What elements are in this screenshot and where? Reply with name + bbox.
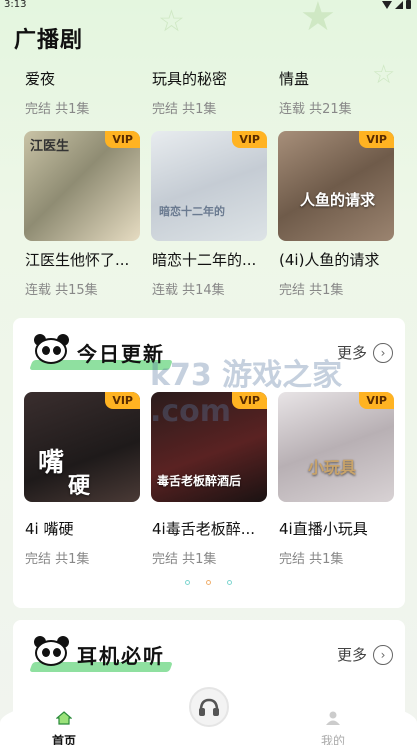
item-sub: 完结 共1集	[152, 552, 217, 567]
cover-caption: 毒舌老板醉酒后	[157, 474, 242, 488]
list-item[interactable]: 暗恋十二年的... 连载 共14集	[152, 249, 270, 298]
item-title: 4i毒舌老板醉...	[152, 520, 256, 538]
item-sub: 完结 共1集	[152, 102, 217, 117]
item-sub: 完结 共1集	[25, 552, 90, 567]
item-title: 玩具的秘密	[152, 70, 228, 88]
section-header: 耳机必听	[29, 634, 231, 674]
watermark: k73 游戏之家 .com	[150, 358, 343, 429]
item-title: (4i)人鱼的请求	[279, 251, 380, 269]
cover-image[interactable]: VIP 人鱼的请求	[278, 131, 394, 241]
tab-home-label: 首页	[51, 734, 76, 745]
item-title: 4i 嘴硬	[25, 520, 74, 538]
cover-caption: 江医生	[30, 139, 70, 154]
home-icon	[55, 711, 73, 725]
vip-badge: VIP	[232, 131, 267, 148]
cover-caption: 人鱼的请求	[300, 191, 376, 209]
list-item[interactable]: 4i毒舌老板醉... 完结 共1集	[152, 518, 270, 567]
item-title: 江医生他怀了...	[25, 251, 130, 269]
vip-badge: VIP	[359, 131, 394, 148]
page-title: 广播剧	[14, 28, 84, 53]
status-time: 3:13	[4, 0, 27, 10]
list-item[interactable]: 江医生他怀了... 连载 共15集	[25, 249, 143, 298]
page-dot	[227, 580, 232, 585]
list-item[interactable]: 4i 嘴硬 完结 共1集	[25, 518, 143, 567]
vip-badge: VIP	[105, 131, 140, 148]
battery-icon	[406, 0, 411, 9]
headphones-icon	[199, 698, 219, 716]
panda-icon	[31, 634, 71, 670]
item-title: 情蛊	[279, 70, 310, 88]
signal-icon	[395, 0, 403, 9]
cover-caption: 小玩具	[308, 458, 357, 477]
vip-badge: VIP	[105, 392, 140, 409]
panda-icon	[31, 332, 71, 368]
item-sub: 连载 共21集	[279, 102, 352, 117]
chevron-right-icon: ›	[373, 644, 393, 665]
tab-mine[interactable]: 我的	[303, 711, 363, 745]
user-icon	[326, 711, 340, 725]
list-item[interactable]: 情蛊 连载 共21集	[279, 68, 397, 117]
page-dot	[206, 580, 211, 585]
tab-home[interactable]: 首页	[34, 711, 94, 745]
list-item[interactable]: (4i)人鱼的请求 完结 共1集	[279, 249, 397, 298]
list-item[interactable]: 玩具的秘密 完结 共1集	[152, 68, 270, 117]
item-title: 4i直播小玩具	[279, 520, 368, 538]
item-title: 爱夜	[25, 70, 56, 88]
more-label: 更多	[336, 646, 367, 664]
cover-image[interactable]: VIP 江医生	[24, 131, 140, 241]
item-sub: 完结 共1集	[279, 283, 344, 298]
star-decoration-icon: ★	[300, 0, 336, 40]
status-bar: 3:13	[0, 0, 417, 12]
item-sub: 完结 共1集	[279, 552, 344, 567]
list-item[interactable]: 4i直播小玩具 完结 共1集	[279, 518, 397, 567]
list-item[interactable]: 爱夜 完结 共1集	[25, 68, 143, 117]
cover-caption: 硬	[68, 474, 91, 499]
item-title: 暗恋十二年的...	[152, 251, 257, 269]
tab-mine-label: 我的	[320, 734, 345, 745]
star-decoration-icon: ☆	[158, 4, 185, 39]
page-dot	[185, 580, 190, 585]
section-title: 耳机必听	[77, 644, 165, 668]
item-sub: 连载 共15集	[25, 283, 98, 298]
cover-caption: 暗恋十二年的	[159, 205, 225, 218]
status-icons	[382, 0, 411, 9]
item-sub: 连载 共14集	[152, 283, 225, 298]
item-sub: 完结 共1集	[25, 102, 90, 117]
cover-image[interactable]: VIP 暗恋十二年的	[151, 131, 267, 241]
page-indicator	[185, 580, 232, 585]
wifi-icon	[382, 0, 392, 9]
cover-caption: 嘴	[38, 448, 65, 478]
more-button[interactable]: 更多 ›	[337, 644, 393, 665]
player-button[interactable]	[189, 687, 229, 727]
cover-image[interactable]: VIP 嘴 硬	[24, 392, 140, 502]
